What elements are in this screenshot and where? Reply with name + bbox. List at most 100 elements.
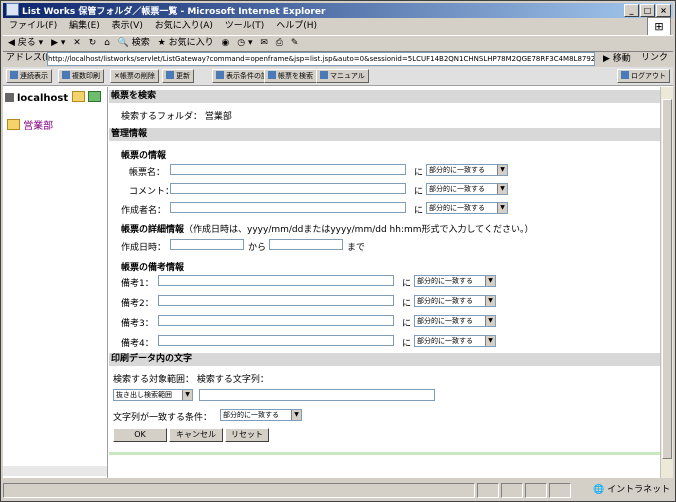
date-label: 作成日時： — [121, 243, 167, 253]
range-select[interactable]: 抜き出し検索範囲 ▼ — [113, 389, 193, 401]
book-icon — [320, 71, 328, 79]
computer-icon — [5, 93, 14, 102]
menu-view[interactable]: 表示(V) — [112, 21, 143, 31]
history-icon[interactable]: ◷ ▾ — [237, 38, 252, 48]
settings-icon — [216, 71, 224, 79]
chevron-down-icon: ▼ — [497, 203, 507, 213]
tree-folder-sales[interactable]: 営業部 — [7, 117, 53, 132]
search-button[interactable]: 🔍 検索 — [118, 38, 150, 48]
author-input[interactable] — [170, 202, 406, 213]
mail-icon[interactable]: ✉ — [260, 38, 268, 48]
ni-label: に — [414, 206, 424, 216]
title-bar: List Works 保管フォルダ／帳票一覧 - Microsoft Inter… — [3, 3, 673, 18]
option-label: 部分的に一致する — [417, 297, 473, 305]
continuous-view-label: 連続表示 — [20, 72, 48, 80]
status-cell — [525, 483, 547, 498]
stop-icon[interactable]: ✕ — [73, 38, 81, 48]
note4-match-select[interactable]: 部分的に一致する ▼ — [414, 335, 496, 347]
note2-match-select[interactable]: 部分的に一致する ▼ — [414, 295, 496, 307]
doc-name-input[interactable] — [170, 164, 406, 175]
folder-icon — [7, 119, 20, 130]
option-label: 部分的に一致する — [429, 166, 485, 174]
minimize-button[interactable]: _ — [624, 4, 639, 17]
go-label: 移動 — [612, 54, 631, 64]
continuous-view-button[interactable]: 連続表示 — [6, 69, 52, 83]
date-from-input[interactable] — [170, 239, 244, 250]
ni-label: に — [414, 187, 424, 197]
logout-button[interactable]: ログアウト — [617, 69, 670, 83]
note2-label: 備考2： — [121, 299, 154, 309]
search-docs-label: 帳票を検索 — [278, 72, 313, 80]
note2-input[interactable] — [158, 295, 394, 306]
to-label: まで — [347, 243, 366, 253]
comment-match-select[interactable]: 部分的に一致する ▼ — [426, 183, 508, 195]
doc-name-match-select[interactable]: 部分的に一致する ▼ — [426, 164, 508, 176]
status-cell — [477, 483, 499, 498]
left-horizontal-scrollbar[interactable] — [3, 466, 107, 476]
multi-print-label: 複数印刷 — [72, 72, 100, 80]
manual-button[interactable]: マニュアル — [316, 69, 369, 83]
address-bar: アドレス(D) http://localhost/listworks/servl… — [3, 51, 673, 78]
ni-label: に — [402, 319, 412, 329]
manual-label: マニュアル — [330, 72, 365, 80]
menu-bar: ファイル(F) 編集(E) 表示(V) お気に入り(A) ツール(T) ヘルプ(… — [3, 19, 673, 34]
note3-match-select[interactable]: 部分的に一致する ▼ — [414, 315, 496, 327]
from-label: から — [248, 243, 267, 253]
search-icon — [268, 71, 276, 79]
page-viewport: 連続表示 複数印刷 ✕帳票の削除 更新 表示条件の設定 帳票を検索 マニュアル … — [3, 67, 673, 478]
print-icon — [62, 71, 70, 79]
status-message — [3, 483, 475, 498]
author-label: 作成者名： — [121, 206, 167, 216]
menu-edit[interactable]: 編集(E) — [69, 21, 100, 31]
status-bar: 🌐 イントラネット — [3, 481, 673, 499]
menu-file[interactable]: ファイル(F) — [9, 21, 57, 31]
menu-help[interactable]: ヘルプ(H) — [276, 21, 317, 31]
reset-button[interactable]: リセット — [225, 428, 269, 442]
chevron-down-icon: ▼ — [182, 390, 192, 400]
refresh-icon[interactable]: ↻ — [89, 38, 97, 48]
delete-button[interactable]: ✕帳票の削除 — [110, 69, 159, 83]
update-button[interactable]: 更新 — [162, 69, 194, 83]
delete-label: 帳票の削除 — [119, 72, 155, 80]
update-label: 更新 — [176, 72, 190, 80]
cond-match-select[interactable]: 部分的に一致する ▼ — [220, 409, 302, 421]
option-label: 部分的に一致する — [223, 411, 279, 419]
security-zone: 🌐 イントラネット — [593, 485, 671, 495]
search-text-input[interactable] — [199, 389, 435, 401]
menu-tools[interactable]: ツール(T) — [225, 21, 265, 31]
search-folder-value: 営業部 — [204, 112, 232, 122]
home-icon[interactable]: ⌂ — [104, 38, 110, 48]
note3-input[interactable] — [158, 315, 394, 326]
tree-settings-icon[interactable] — [87, 91, 101, 102]
comment-input[interactable] — [170, 183, 406, 194]
go-button[interactable]: ▶ 移動 — [603, 52, 631, 67]
media-icon[interactable]: ◉ — [222, 38, 230, 48]
chevron-down-icon: ▼ — [485, 276, 495, 286]
note4-input[interactable] — [158, 335, 394, 346]
right-vertical-scrollbar[interactable] — [660, 87, 673, 478]
maximize-button[interactable]: □ — [640, 4, 655, 17]
cancel-button[interactable]: キャンセル — [169, 428, 223, 442]
date-to-input[interactable] — [269, 239, 343, 250]
scroll-thumb[interactable] — [662, 99, 672, 459]
multi-print-button[interactable]: 複数印刷 — [58, 69, 104, 83]
note1-input[interactable] — [158, 275, 394, 286]
author-match-select[interactable]: 部分的に一致する ▼ — [426, 202, 508, 214]
close-button[interactable]: × — [656, 4, 671, 17]
note1-match-select[interactable]: 部分的に一致する ▼ — [414, 275, 496, 287]
links-label: リンク — [641, 53, 669, 63]
search-docs-button[interactable]: 帳票を検索 — [264, 69, 317, 83]
print-section-header: 印刷データ内の文字 — [109, 353, 661, 366]
print-icon[interactable]: ⎙ — [276, 38, 283, 48]
edit-icon[interactable]: ✎ — [291, 38, 299, 48]
range-option: 抜き出し検索範囲 — [116, 391, 172, 399]
back-button[interactable]: ◀ 戻る ▾ — [8, 38, 43, 48]
favorites-button[interactable]: ★ お気に入り — [158, 38, 214, 48]
forward-button[interactable]: ▶ ▾ — [51, 38, 65, 48]
address-input[interactable]: http://localhost/listworks/servlet/ListG… — [47, 52, 595, 66]
tree-host[interactable]: localhost — [5, 91, 101, 104]
logout-icon — [621, 71, 629, 79]
folder-icon[interactable] — [71, 91, 85, 102]
ok-button[interactable]: OK — [113, 428, 167, 442]
menu-favorites[interactable]: お気に入り(A) — [155, 21, 213, 31]
